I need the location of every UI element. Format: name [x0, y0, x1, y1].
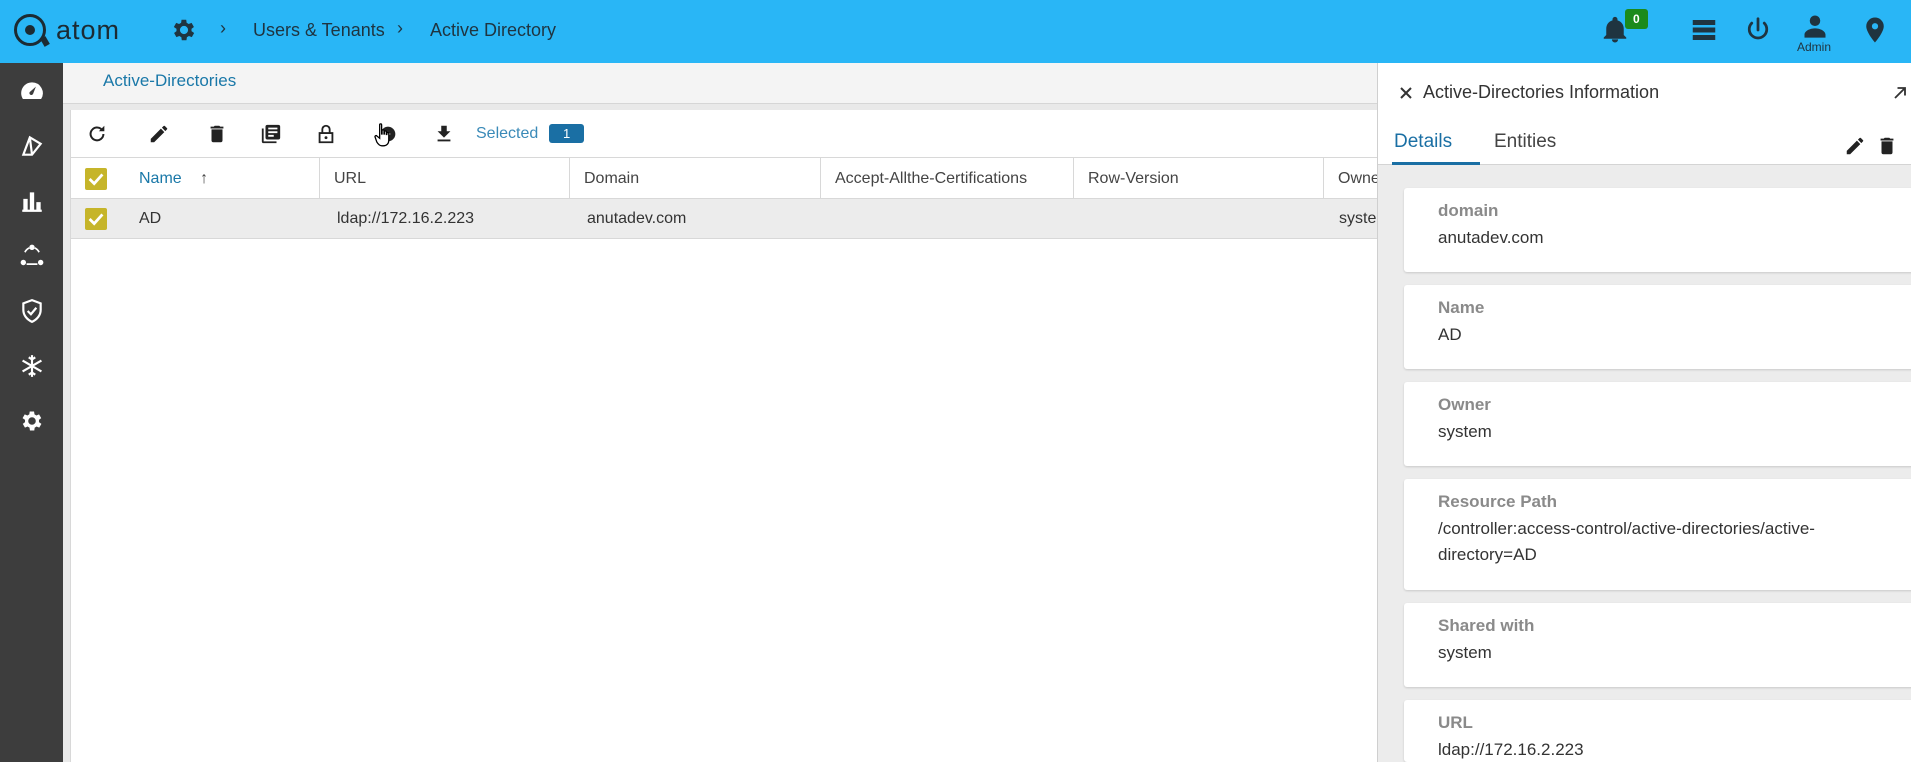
column-header-name[interactable]: Name ↑	[121, 158, 320, 199]
sidebar-item-resources[interactable]	[0, 120, 63, 172]
column-header-url[interactable]: URL	[320, 158, 570, 199]
hand-cursor-icon	[374, 123, 390, 147]
dashboard-icon	[20, 82, 43, 100]
tab-details[interactable]: Details	[1394, 131, 1452, 153]
field-card-domain: domain anutadev.com	[1404, 188, 1911, 272]
power-icon[interactable]	[1743, 15, 1773, 45]
cell-accept-certifications	[835, 199, 1065, 239]
page-header: Active-Directories	[63, 63, 1377, 104]
field-value: /controller:access-control/active-direct…	[1438, 519, 1815, 564]
select-all-checkbox[interactable]	[85, 168, 107, 190]
table-toolbar: Selected 1	[71, 110, 1378, 158]
details-panel: Active-Directories Information Details E…	[1377, 63, 1911, 762]
lock-icon	[318, 124, 334, 144]
breadcrumb-chevron-icon: ›	[220, 18, 226, 38]
sidebar-item-dashboard[interactable]	[0, 65, 63, 117]
admin-label: Admin	[1797, 40, 1832, 54]
panel-tabs: Details Entities	[1378, 123, 1911, 165]
column-header-row-version[interactable]: Row-Version	[1074, 158, 1324, 199]
settings-icon	[22, 411, 41, 431]
compliance-icon	[21, 299, 42, 324]
cell-name: AD	[139, 210, 162, 227]
delete-trash-icon[interactable]	[1876, 135, 1898, 157]
settings-gear-icon[interactable]	[170, 16, 198, 44]
field-card-url: URL ldap://172.16.2.223	[1404, 700, 1911, 762]
location-pin-icon[interactable]	[1860, 15, 1890, 45]
sidebar-item-topology[interactable]	[0, 230, 63, 282]
field-label: Resource Path	[1438, 492, 1558, 511]
refresh-button[interactable]	[83, 120, 111, 148]
notification-count-badge: 0	[1625, 9, 1648, 29]
active-tab-indicator	[1392, 162, 1480, 165]
page-title[interactable]: Active-Directories	[103, 71, 236, 91]
copy-list-icon	[261, 124, 281, 144]
breadcrumb-users-tenants[interactable]: Users & Tenants	[253, 20, 385, 41]
column-header-domain[interactable]: Domain	[570, 158, 821, 199]
cell-owner: syste	[1339, 210, 1377, 227]
field-label: URL	[1438, 713, 1473, 732]
download-button[interactable]	[430, 120, 458, 148]
table-header: Name ↑ URL Domain Accept-Allthe-Certific…	[71, 158, 1378, 199]
field-value: system	[1438, 422, 1492, 441]
field-value: AD	[1438, 325, 1462, 344]
field-card-owner: Owner system	[1404, 382, 1911, 466]
refresh-icon	[89, 125, 105, 142]
download-icon	[437, 125, 451, 142]
field-value: ldap://172.16.2.223	[1438, 740, 1584, 759]
field-label: domain	[1438, 201, 1499, 220]
edit-button[interactable]	[145, 120, 173, 148]
selected-label: Selected	[476, 125, 539, 142]
row-checkbox[interactable]	[85, 208, 107, 230]
sidebar	[0, 63, 63, 762]
column-header-name-label: Name	[139, 170, 182, 187]
logo-icon	[14, 14, 46, 46]
snowflake-icon	[21, 355, 42, 377]
column-header-accept-certifications[interactable]: Accept-Allthe-Certifications	[821, 158, 1074, 199]
top-bar: atom › Users & Tenants › Active Director…	[0, 0, 1911, 63]
close-icon[interactable]	[1396, 83, 1416, 103]
checkmark-icon	[88, 173, 104, 186]
logo-text: atom	[56, 14, 121, 45]
analytics-icon	[21, 192, 42, 212]
edit-pencil-icon[interactable]	[1844, 135, 1866, 157]
table-panel: Selected 1 Name ↑ URL Domain Accept-Allt…	[70, 110, 1378, 762]
field-value: anutadev.com	[1438, 228, 1544, 247]
field-label: Name	[1438, 298, 1485, 317]
breadcrumb-active-directory[interactable]: Active Directory	[430, 20, 556, 41]
sort-ascending-icon[interactable]: ↑	[200, 170, 208, 187]
selected-count-badge: 1	[549, 124, 585, 143]
sidebar-item-compliance[interactable]	[0, 285, 63, 337]
tab-entities[interactable]: Entities	[1494, 131, 1556, 153]
field-label: Owner	[1438, 395, 1491, 414]
atom-logo[interactable]: atom	[14, 14, 120, 46]
panel-header: Active-Directories Information	[1378, 63, 1911, 123]
breadcrumb-chevron-icon: ›	[397, 18, 403, 38]
lock-button[interactable]	[312, 120, 340, 148]
copy-button[interactable]	[257, 120, 285, 148]
field-card-resource-path: Resource Path /controller:access-control…	[1404, 479, 1911, 590]
sidebar-item-settings[interactable]	[0, 395, 63, 447]
trash-icon	[210, 125, 224, 143]
field-card-shared-with: Shared with system	[1404, 603, 1911, 687]
server-list-icon[interactable]	[1689, 15, 1719, 45]
resources-icon	[21, 135, 42, 156]
expand-icon[interactable]	[1890, 83, 1910, 103]
column-header-owner[interactable]: Owne	[1324, 158, 1378, 199]
cell-row-version	[1088, 199, 1318, 239]
sidebar-item-analytics[interactable]	[0, 175, 63, 227]
checkmark-icon	[88, 213, 104, 226]
table-row[interactable]: AD ldap://172.16.2.223 anutadev.com syst…	[71, 199, 1378, 239]
delete-button[interactable]	[203, 120, 231, 148]
field-value: system	[1438, 643, 1492, 662]
sidebar-item-snowflake[interactable]	[0, 340, 63, 392]
field-label: Shared with	[1438, 616, 1535, 635]
cell-domain: anutadev.com	[587, 210, 687, 227]
user-account-icon[interactable]	[1801, 12, 1829, 40]
cell-url: ldap://172.16.2.223	[337, 210, 475, 227]
topology-icon	[20, 244, 43, 266]
panel-title: Active-Directories Information	[1423, 82, 1660, 102]
pencil-icon	[150, 125, 168, 143]
field-card-name: Name AD	[1404, 285, 1911, 369]
